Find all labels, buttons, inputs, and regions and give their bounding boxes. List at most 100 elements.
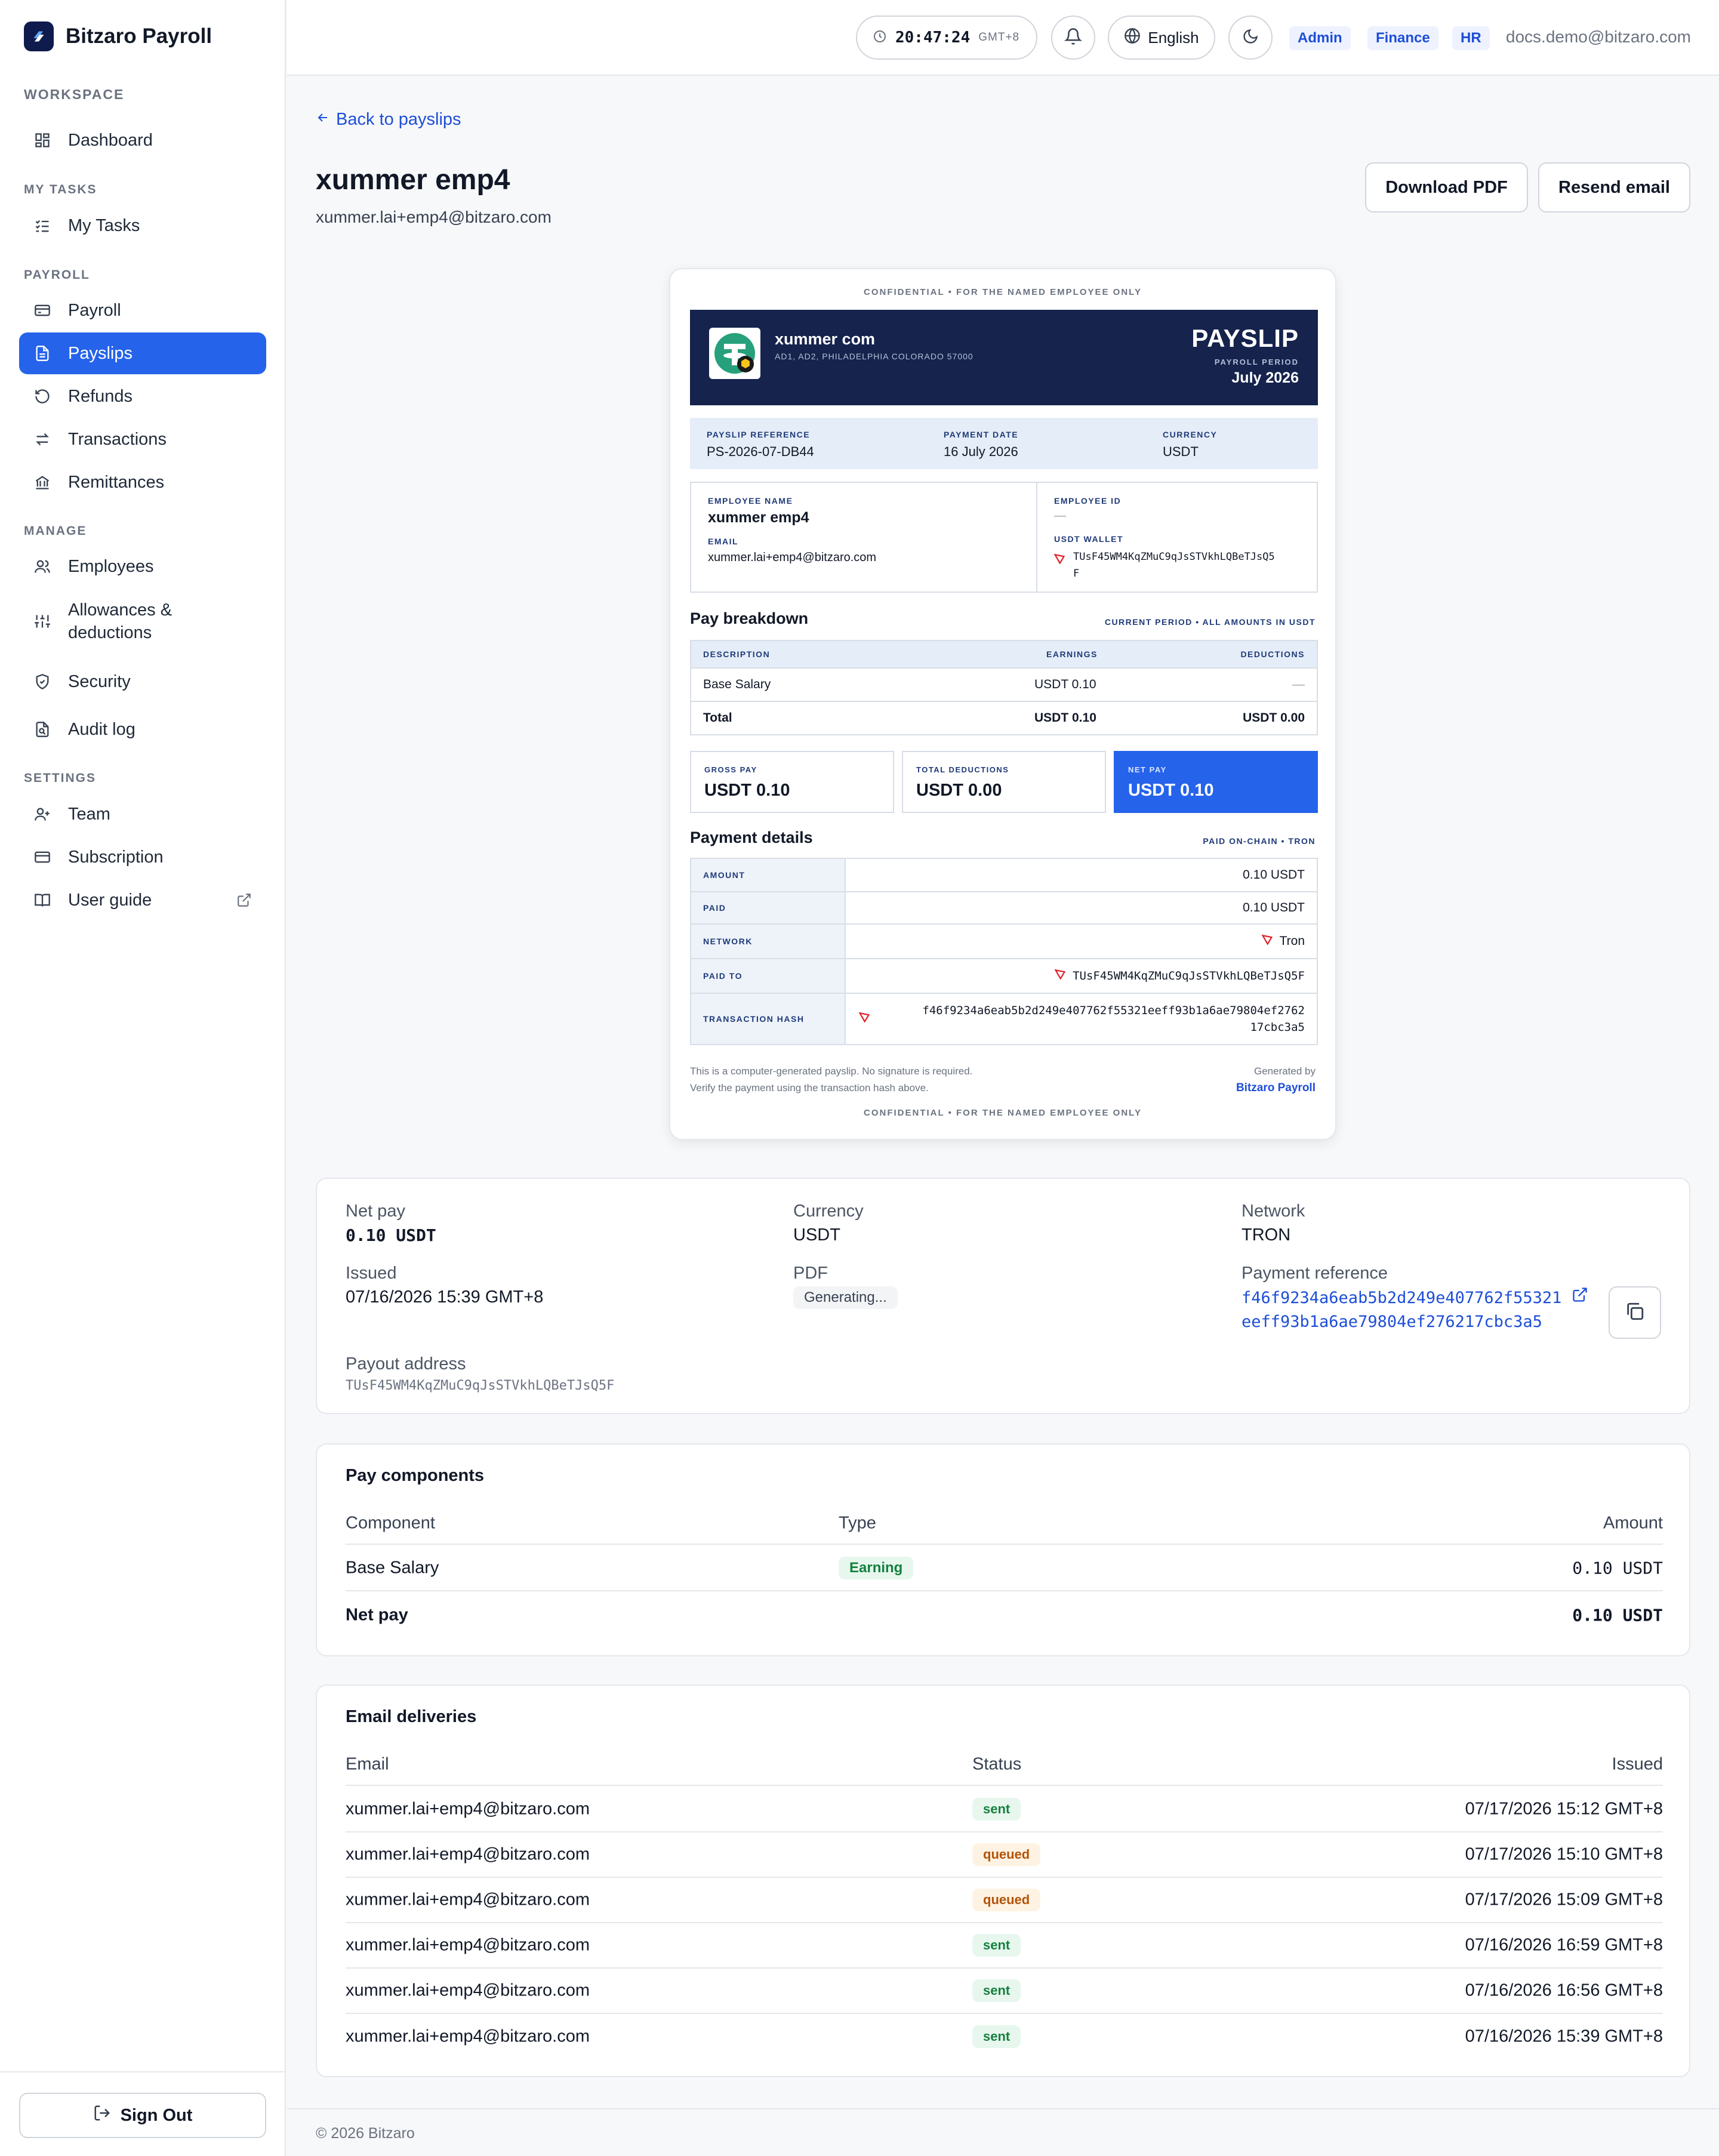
sign-out-label: Sign Out	[120, 2105, 193, 2125]
theme-toggle-button[interactable]	[1228, 16, 1273, 60]
sidebar-item-employees[interactable]: Employees	[19, 546, 266, 587]
delivery-email: xummer.lai+emp4@bitzaro.com	[346, 1799, 590, 1819]
tether-icon	[714, 333, 755, 374]
sidebar-item-remittances[interactable]: Remittances	[19, 461, 266, 503]
table-row: PAID TO TUsF45WM4KqZMuC9qJsSTVkhLQBeTJsQ…	[691, 958, 1317, 993]
sidebar-item-payroll[interactable]: Payroll	[19, 289, 266, 331]
copy-reference-button[interactable]	[1609, 1286, 1661, 1339]
payment-reference-link[interactable]: f46f9234a6eab5b2d249e407762f55321 eeff93…	[1242, 1286, 1588, 1334]
employee-id-label: EMPLOYEE ID	[1054, 496, 1122, 506]
pay-components-title: Pay components	[346, 1466, 485, 1485]
sidebar-item-label: Audit log	[68, 719, 135, 739]
table-row: xummer.lai+emp4@bitzaro.com sent 07/17/202…	[346, 1787, 1663, 1832]
row-deductions: —	[1292, 677, 1305, 691]
delivery-email: xummer.lai+emp4@bitzaro.com	[346, 1981, 590, 2000]
sidebar-item-payslips[interactable]: Payslips	[19, 332, 266, 374]
book-icon	[33, 891, 51, 909]
table-row: Base Salary Earning 0.10 USDT	[346, 1546, 1663, 1591]
sidebar-item-label: Team	[68, 804, 110, 824]
sidebar-item-my-tasks[interactable]: My Tasks	[19, 205, 266, 247]
payslip-reference-bar: PAYSLIP REFERENCE PS-2026-07-DB44 PAYMEN…	[690, 418, 1318, 469]
sidebar-item-label: Refunds	[68, 386, 133, 406]
pd-hash-cell: f46f9234a6eab5b2d249e407762f55321eeff93b…	[846, 1002, 1317, 1036]
language-selector[interactable]: English	[1108, 16, 1215, 60]
user-email[interactable]: docs.demo@bitzaro.com	[1506, 27, 1691, 47]
shield-icon	[33, 673, 51, 691]
copy-icon	[1625, 1301, 1645, 1325]
sidebar-item-security[interactable]: Security	[19, 661, 266, 703]
nav-section-manage: MANAGE	[24, 524, 87, 538]
delivery-issued: 07/17/2026 15:09 GMT+8	[1465, 1890, 1663, 1909]
table-row: NETWORK Tron	[691, 923, 1317, 958]
resend-email-button[interactable]: Resend email	[1538, 162, 1690, 212]
table-row: Base Salary USDT 0.10 —	[691, 667, 1317, 701]
back-link-label: Back to payslips	[336, 110, 461, 129]
delivery-status-badge: queued	[972, 1889, 1041, 1911]
pdf-status-badge: Generating...	[793, 1286, 898, 1309]
payment-details-title: Payment details	[690, 828, 813, 846]
generated-by: Generated by Bitzaro Payroll	[1236, 1063, 1316, 1097]
delivery-email: xummer.lai+emp4@bitzaro.com	[346, 1844, 590, 1864]
delivery-status-badge: sent	[972, 1979, 1021, 2002]
nav-section-settings: SETTINGS	[24, 771, 97, 785]
pdf-label: PDF	[793, 1264, 828, 1283]
sidebar: Bitzaro Payroll WORKSPACE Dashboard MY T…	[0, 0, 286, 2156]
back-to-payslips-link[interactable]: Back to payslips	[316, 110, 461, 130]
sidebar-item-label: My Tasks	[68, 215, 140, 235]
nav-section-my-tasks: MY TASKS	[24, 183, 97, 196]
notifications-button[interactable]	[1051, 16, 1095, 60]
payment-details-table: AMOUNT 0.10 USDT PAID 0.10 USDT NETWORK …	[690, 858, 1318, 1045]
brand-logo-icon	[24, 21, 54, 51]
tron-icon	[1261, 934, 1273, 948]
sidebar-item-audit-log[interactable]: Audit log	[19, 709, 266, 750]
sign-out-button[interactable]: Sign Out	[19, 2093, 266, 2138]
sidebar-item-team[interactable]: Team	[19, 793, 266, 835]
sidebar-item-label: Payslips	[68, 343, 133, 363]
table-row: xummer.lai+emp4@bitzaro.com sent 07/16/202…	[346, 2014, 1663, 2059]
delivery-issued: 07/17/2026 15:12 GMT+8	[1465, 1799, 1663, 1819]
payroll-period: July 2026	[1231, 369, 1299, 386]
total-earnings: USDT 0.10	[1034, 711, 1096, 725]
col-type: Type	[839, 1513, 876, 1533]
brand[interactable]: Bitzaro Payroll	[24, 21, 212, 51]
download-pdf-button[interactable]: Download PDF	[1365, 162, 1528, 212]
email-deliveries-title: Email deliveries	[346, 1707, 477, 1726]
sidebar-item-allowances[interactable]: Allowances & deductions	[19, 595, 266, 648]
divider	[1036, 483, 1037, 592]
clock: 20:47:24 GMT+8	[856, 16, 1037, 60]
sidebar-item-refunds[interactable]: Refunds	[19, 375, 266, 417]
page-title: xummer emp4	[316, 164, 510, 196]
row-earnings: USDT 0.10	[1034, 677, 1096, 691]
sidebar-item-transactions[interactable]: Transactions	[19, 418, 266, 460]
payslip-summary-card: Net pay 0.10 USDT Currency USDT Network …	[316, 1178, 1690, 1414]
col-earnings: EARNINGS	[1046, 649, 1098, 659]
total-deductions-label: TOTAL DEDUCTIONS	[916, 765, 1009, 774]
pay-breakdown-table: DESCRIPTION EARNINGS DEDUCTIONS Base Sal…	[690, 640, 1318, 735]
confidential-notice-bottom: CONFIDENTIAL • FOR THE NAMED EMPLOYEE ON…	[864, 1108, 1142, 1118]
nav-section-payroll: PAYROLL	[24, 268, 90, 282]
dashboard-icon	[33, 131, 51, 149]
sidebar-item-subscription[interactable]: Subscription	[19, 836, 266, 878]
document-icon	[33, 344, 51, 362]
sliders-icon	[33, 612, 51, 630]
employee-email: xummer.lai+emp4@bitzaro.com	[708, 551, 877, 564]
sidebar-item-label: Allowances & deductions	[68, 599, 172, 644]
generator-name: Bitzaro Payroll	[1236, 1082, 1316, 1094]
sidebar-item-user-guide[interactable]: User guide	[19, 879, 266, 921]
pd-hash-line-2: 17cbc3a5	[1250, 1021, 1305, 1034]
pay-breakdown-note: CURRENT PERIOD • ALL AMOUNTS IN USDT	[1104, 617, 1316, 627]
net-pay-value: USDT 0.10	[1128, 781, 1214, 800]
payment-date: 16 July 2026	[944, 444, 1018, 459]
table-row: PAID 0.10 USDT	[691, 891, 1317, 923]
payroll-period-label: PAYROLL PERIOD	[1214, 358, 1299, 366]
delivery-status-badge: queued	[972, 1843, 1041, 1866]
payslip-reference: PS-2026-07-DB44	[707, 444, 814, 459]
sidebar-item-dashboard[interactable]: Dashboard	[19, 119, 266, 161]
table-row: xummer.lai+emp4@bitzaro.com sent 07/16/202…	[346, 1923, 1663, 1969]
bank-icon	[33, 473, 51, 491]
delivery-status-badge: sent	[972, 2025, 1021, 2048]
gross-pay-box: GROSS PAY USDT 0.10	[690, 751, 894, 813]
pd-paid-to-label: PAID TO	[691, 959, 846, 993]
component-name: Base Salary	[346, 1558, 439, 1578]
currency-label: Currency	[793, 1202, 864, 1221]
